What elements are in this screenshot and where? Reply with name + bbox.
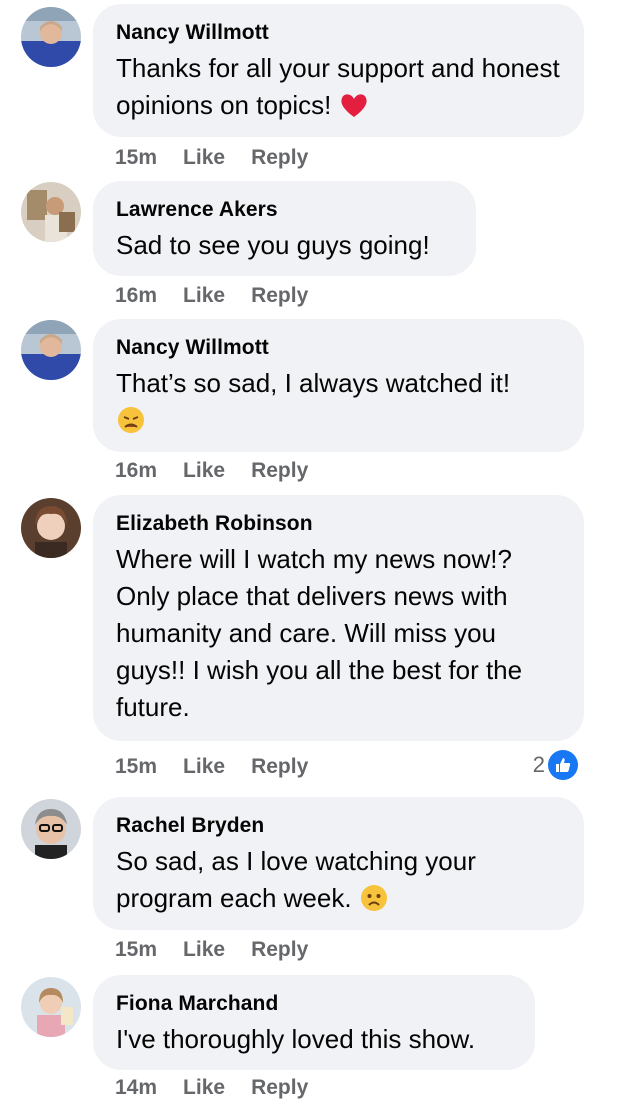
like-button[interactable]: Like xyxy=(183,146,225,169)
comment-bubble: Elizabeth Robinson Where will I watch my… xyxy=(93,495,584,741)
like-button[interactable]: Like xyxy=(183,1076,225,1099)
reply-button[interactable]: Reply xyxy=(251,938,308,961)
avatar[interactable] xyxy=(21,498,81,558)
like-button[interactable]: Like xyxy=(183,755,225,778)
comment-text: Where will I watch my news now!? Only pl… xyxy=(116,544,530,722)
comment-text: Thanks for all your support and honest o… xyxy=(116,50,560,124)
comment-timestamp[interactable]: 16m xyxy=(115,459,157,482)
like-button[interactable]: Like xyxy=(183,938,225,961)
avatar[interactable] xyxy=(21,799,81,859)
comment-author[interactable]: Elizabeth Robinson xyxy=(116,511,560,537)
reply-button[interactable]: Reply xyxy=(251,755,308,778)
comment-actions: 15m Like Reply xyxy=(115,145,334,171)
comment-bubble: Rachel Bryden So sad, as I love watching… xyxy=(93,797,584,930)
comment-actions: 16m Like Reply xyxy=(115,458,334,484)
reply-button[interactable]: Reply xyxy=(251,284,308,307)
comment-text: That’s so sad, I always watched it! xyxy=(116,365,560,439)
comment-author[interactable]: Nancy Willmott xyxy=(116,335,560,361)
reply-button[interactable]: Reply xyxy=(251,459,308,482)
comment-text: So sad, as I love watching your program … xyxy=(116,843,560,917)
reaction-count: 2 xyxy=(532,752,545,777)
comment-timestamp[interactable]: 15m xyxy=(115,146,157,169)
comment-text: I've thoroughly loved this show. xyxy=(116,1024,476,1054)
reply-button[interactable]: Reply xyxy=(251,146,308,169)
comment-text-content: So sad, as I love watching your program … xyxy=(116,846,484,913)
avatar[interactable] xyxy=(21,320,81,380)
comment-timestamp[interactable]: 15m xyxy=(115,938,157,961)
like-button[interactable]: Like xyxy=(183,284,225,307)
comment-bubble: Nancy Willmott That’s so sad, I always w… xyxy=(93,319,584,452)
avatar[interactable] xyxy=(21,7,81,67)
comment-timestamp[interactable]: 16m xyxy=(115,284,157,307)
sad-face-emoji-icon xyxy=(360,885,387,911)
comment-author[interactable]: Nancy Willmott xyxy=(116,20,560,46)
comment-actions: 15m Like Reply xyxy=(115,937,334,963)
comment-text-content: That’s so sad, I always watched it! xyxy=(116,368,511,398)
comment-author[interactable]: Lawrence Akers xyxy=(116,197,452,223)
like-reaction-icon xyxy=(548,750,578,780)
comment-author[interactable]: Rachel Bryden xyxy=(116,813,560,839)
comment-bubble: Nancy Willmott Thanks for all your suppo… xyxy=(93,4,584,137)
comment-actions: 15m Like Reply xyxy=(115,754,334,780)
weary-face-emoji-icon xyxy=(118,407,144,433)
reaction-summary[interactable]: 2 xyxy=(533,750,578,780)
comment-bubble: Lawrence Akers Sad to see you guys going… xyxy=(93,181,476,276)
avatar[interactable] xyxy=(21,182,81,242)
like-button[interactable]: Like xyxy=(183,459,225,482)
comment-timestamp[interactable]: 15m xyxy=(115,755,157,778)
reply-button[interactable]: Reply xyxy=(251,1076,308,1099)
comment-actions: 16m Like Reply xyxy=(115,283,334,309)
comment-timestamp[interactable]: 14m xyxy=(115,1076,157,1099)
comment-text: Sad to see you guys going! xyxy=(116,230,430,260)
red-heart-emoji-icon xyxy=(341,94,367,117)
comment-actions: 14m Like Reply xyxy=(115,1075,334,1101)
comment-bubble: Fiona Marchand I've thoroughly loved thi… xyxy=(93,975,535,1070)
avatar[interactable] xyxy=(21,977,81,1037)
comment-author[interactable]: Fiona Marchand xyxy=(116,991,511,1017)
